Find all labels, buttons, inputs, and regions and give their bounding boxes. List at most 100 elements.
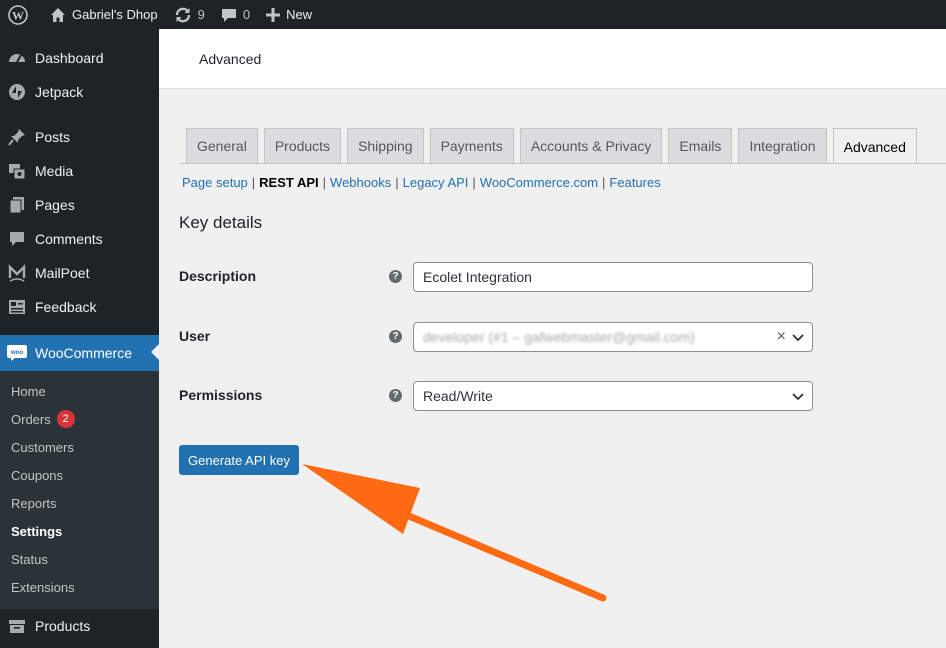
orders-count-badge: 2: [56, 410, 75, 428]
mailpoet-icon: [7, 263, 27, 283]
new-label: New: [286, 7, 313, 22]
subnav-page-setup[interactable]: Page setup: [182, 175, 248, 190]
subnav-separator: |: [602, 175, 606, 190]
menu-products[interactable]: Products: [0, 609, 159, 643]
menu-comments[interactable]: Comments: [0, 222, 159, 256]
menu-label: WooCommerce: [35, 345, 132, 361]
clear-selection-icon[interactable]: ×: [777, 328, 786, 346]
subnav-legacy-api[interactable]: Legacy API: [403, 175, 469, 190]
pages-icon: [7, 195, 27, 215]
woo-logo-text: woo: [10, 350, 23, 356]
plus-icon: [266, 7, 281, 22]
subnav-separator: |: [395, 175, 399, 190]
menu-label: Comments: [35, 231, 103, 247]
submenu-status[interactable]: Status: [0, 545, 159, 573]
menu-label: Pages: [35, 197, 75, 213]
user-value: developer (#1 – gafwebmaster@gmail.com): [423, 329, 695, 345]
permissions-select-controls: [792, 382, 804, 410]
description-input[interactable]: Ecolet Integration: [413, 262, 813, 292]
jetpack-icon: [7, 82, 27, 102]
subnav-separator: |: [472, 175, 476, 190]
submenu-label: Orders: [11, 411, 51, 427]
site-name-link[interactable]: Gabriel's Dhop: [42, 0, 166, 29]
feedback-icon: [7, 297, 27, 317]
menu-label: Posts: [35, 129, 71, 145]
wordpress-logo-icon: W: [8, 4, 28, 25]
pin-icon: [7, 127, 27, 147]
menu-label: MailPoet: [35, 265, 90, 281]
page-header: Advanced: [159, 29, 946, 89]
permissions-label: Permissions: [179, 387, 263, 403]
user-label: User: [179, 328, 211, 344]
tab-general[interactable]: General: [186, 128, 258, 163]
tab-accounts-privacy[interactable]: Accounts & Privacy: [519, 128, 663, 163]
comment-bubble-icon: [221, 7, 237, 23]
menu-label: Media: [35, 163, 74, 179]
updates-link[interactable]: 9: [166, 0, 213, 29]
menu-dashboard[interactable]: Dashboard: [0, 41, 159, 75]
permissions-select[interactable]: Read/Write: [413, 381, 813, 411]
tab-emails[interactable]: Emails: [668, 128, 733, 163]
generate-api-key-button[interactable]: Generate API key: [179, 445, 299, 475]
site-name: Gabriel's Dhop: [72, 7, 158, 22]
settings-tabs: General Products Shipping Payments Accou…: [186, 128, 917, 164]
subnav-woocommerce-com[interactable]: WooCommerce.com: [480, 175, 598, 190]
subnav-webhooks[interactable]: Webhooks: [330, 175, 391, 190]
comments-count: 0: [242, 7, 251, 22]
woocommerce-icon: woo: [7, 343, 27, 363]
help-tip-icon[interactable]: ?: [389, 330, 402, 343]
help-tip-icon[interactable]: ?: [389, 389, 402, 402]
menu-posts[interactable]: Posts: [0, 120, 159, 154]
woocommerce-submenu: Home Orders 2 Customers Coupons Reports …: [0, 371, 159, 609]
submenu-settings[interactable]: Settings: [0, 517, 159, 545]
menu-feedback[interactable]: Feedback: [0, 290, 159, 324]
tab-payments[interactable]: Payments: [429, 128, 514, 163]
help-tip-icon[interactable]: ?: [389, 270, 402, 283]
comments-icon: [7, 229, 27, 249]
menu-woocommerce[interactable]: woo WooCommerce: [0, 335, 159, 371]
description-label: Description: [179, 268, 257, 284]
svg-text:W: W: [12, 8, 24, 22]
tab-products[interactable]: Products: [263, 128, 342, 163]
menu-label: Feedback: [35, 299, 97, 315]
permissions-value: Read/Write: [423, 388, 493, 404]
media-icon: [7, 161, 27, 181]
menu-jetpack[interactable]: Jetpack: [0, 75, 159, 109]
dashboard-icon: [7, 48, 27, 68]
submenu-extensions[interactable]: Extensions: [0, 573, 159, 601]
tab-integration[interactable]: Integration: [738, 128, 827, 163]
updates-icon: [174, 6, 192, 24]
new-content-link[interactable]: New: [258, 0, 320, 29]
menu-mailpoet[interactable]: MailPoet: [0, 256, 159, 290]
section-title: Key details: [179, 213, 263, 232]
subnav-separator: |: [251, 175, 256, 190]
menu-label: Dashboard: [35, 50, 104, 66]
menu-label: Jetpack: [35, 84, 84, 100]
subnav-features[interactable]: Features: [609, 175, 660, 190]
description-value: Ecolet Integration: [423, 269, 532, 285]
section-subnav: Page setup | REST API | Webhooks | Legac…: [182, 175, 661, 190]
subnav-separator: |: [322, 175, 327, 190]
tab-shipping[interactable]: Shipping: [347, 128, 424, 163]
updates-count: 9: [197, 7, 205, 22]
submenu-coupons[interactable]: Coupons: [0, 461, 159, 489]
page-title: Advanced: [199, 51, 262, 67]
submenu-orders[interactable]: Orders 2: [0, 405, 159, 433]
menu-label: Products: [35, 618, 91, 634]
menu-media[interactable]: Media: [0, 154, 159, 188]
user-select-controls: ×: [777, 323, 804, 351]
comments-link[interactable]: 0: [213, 0, 258, 29]
submenu-reports[interactable]: Reports: [0, 489, 159, 517]
menu-pages[interactable]: Pages: [0, 188, 159, 222]
tab-advanced[interactable]: Advanced: [832, 128, 917, 164]
chevron-down-icon[interactable]: [792, 329, 804, 345]
admin-sidebar: Dashboard Jetpack Posts Media Pages Comm…: [0, 29, 159, 648]
chevron-down-icon[interactable]: [792, 388, 804, 404]
admin-bar: W Gabriel's Dhop 9 0 New: [0, 0, 946, 29]
subnav-rest-api[interactable]: REST API: [259, 175, 318, 190]
user-select[interactable]: developer (#1 – gafwebmaster@gmail.com) …: [413, 322, 813, 352]
submenu-customers[interactable]: Customers: [0, 433, 159, 461]
home-icon: [50, 7, 66, 23]
wordpress-logo-button[interactable]: W: [0, 0, 42, 29]
submenu-home[interactable]: Home: [0, 377, 159, 405]
